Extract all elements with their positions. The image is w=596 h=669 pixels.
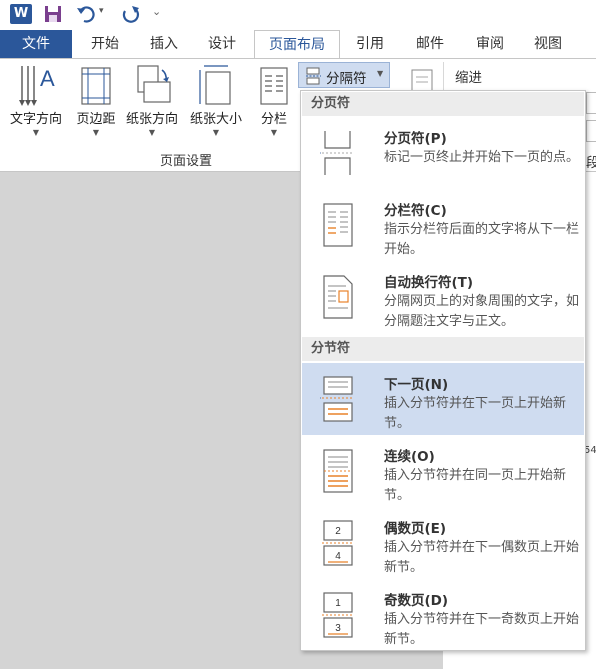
section-header-page-breaks: 分页符 [302,92,584,116]
menu-item-title: 奇数页(D) [384,593,449,609]
redo-icon[interactable] [120,4,142,24]
menu-item-title: 偶数页(E) [384,521,447,537]
menu-item-even-page[interactable]: 24 偶数页(E) 插入分节符并在下一偶数页上开始新节。 [302,507,584,579]
size-button[interactable]: 纸张大小 ▼ [184,62,248,142]
indent-left-spinner[interactable] [586,92,596,114]
quick-access-toolbar: W ▾ ⌄ [0,0,596,30]
line-numbers-icon [411,69,433,92]
tab-mailings[interactable]: 邮件 [402,30,458,58]
undo-icon[interactable] [76,4,98,24]
menu-item-column-break[interactable]: 分栏符(C) 指示分栏符后面的文字将从下一栏开始。 [302,189,584,261]
tab-file[interactable]: 文件 [0,30,72,58]
menu-item-description: 分隔网页上的对象周围的文字，如分隔题注文字与正文。 [384,294,580,329]
save-icon[interactable] [44,5,62,23]
svg-text:3: 3 [335,623,341,634]
menu-item-title: 分页符(P) [384,131,447,147]
menu-item-title: 分栏符(C) [384,203,447,219]
menu-item-continuous[interactable]: 连续(O) 插入分节符并在同一页上开始新节。 [302,435,584,507]
text-direction-button[interactable]: A 文字方向 ▼ [4,62,68,142]
breaks-button[interactable]: 分隔符 ▼ [298,62,390,88]
size-label: 纸张大小 [189,112,242,127]
customize-qat-icon[interactable]: ⌄ [152,5,161,18]
menu-item-title: 自动换行符(T) [384,275,474,291]
tab-home[interactable]: 开始 [76,30,134,58]
chevron-down-icon: ▼ [212,128,220,137]
menu-item-next-page[interactable]: 下一页(N) 插入分节符并在下一页上开始新节。 [302,363,584,435]
chevron-down-icon: ▼ [148,128,156,137]
orientation-button[interactable]: 纸张方向 ▼ [122,62,182,142]
menu-item-description: 插入分节符并在下一页上开始新节。 [384,396,567,431]
even-page-section-break-icon: 24 [322,520,354,566]
breaks-label: 分隔符 [326,71,367,87]
menu-item-title: 连续(O) [384,449,435,465]
text-direction-icon: A [19,66,55,106]
text-wrapping-break-icon [323,275,353,319]
continuous-section-break-icon [323,449,353,493]
menu-item-description: 指示分栏符后面的文字将从下一栏开始。 [384,222,580,257]
tab-references[interactable]: 引用 [342,30,398,58]
menu-item-page-break[interactable]: 分页符(P) 标记一页终止并开始下一页的点。 [302,117,584,189]
orientation-label: 纸张方向 [125,112,178,127]
columns-button[interactable]: 分栏 ▼ [254,62,294,142]
tab-view[interactable]: 视图 [520,30,576,58]
menu-item-description: 插入分节符并在同一页上开始新节。 [384,468,567,503]
page-break-icon [320,131,354,175]
columns-label: 分栏 [260,112,287,127]
word-logo-icon: W [10,4,32,24]
breaks-icon [306,67,321,85]
margins-label: 页边距 [76,112,116,127]
tab-page-layout[interactable]: 页面布局 [254,30,340,59]
indent-right-spinner[interactable] [586,120,596,142]
size-icon [199,65,231,105]
tab-design[interactable]: 设计 [194,30,250,58]
breaks-dropdown-menu: 分页符 分页符(P) 标记一页终止并开始下一页的点。 分栏符(C) 指示分栏符后… [300,90,586,651]
chevron-down-icon: ▼ [32,128,40,137]
svg-text:A: A [40,66,55,91]
orientation-icon [137,65,171,103]
chevron-down-icon: ▼ [270,128,278,137]
menu-item-title: 下一页(N) [384,377,449,393]
menu-item-text-wrapping-break[interactable]: 自动换行符(T) 分隔网页上的对象周围的文字，如分隔题注文字与正文。 [302,261,584,333]
svg-text:1: 1 [335,598,341,609]
svg-text:4: 4 [335,551,341,562]
odd-page-section-break-icon: 13 [322,592,354,638]
section-header-section-breaks: 分节符 [302,337,584,361]
tab-insert[interactable]: 插入 [136,30,192,58]
indent-label: 缩进 [455,70,482,86]
margins-icon [81,67,111,105]
menu-item-description: 插入分节符并在下一偶数页上开始新节。 [384,540,580,575]
menu-item-odd-page[interactable]: 13 奇数页(D) 插入分节符并在下一奇数页上开始新节。 [302,579,584,651]
undo-dropdown-icon[interactable]: ▾ [99,6,104,16]
text-direction-label: 文字方向 [9,112,62,127]
chevron-down-icon: ▼ [377,69,384,78]
column-break-icon [323,203,353,247]
menu-item-description: 插入分节符并在下一奇数页上开始新节。 [384,612,580,647]
margins-button[interactable]: 页边距 ▼ [70,62,122,142]
columns-icon [260,67,288,105]
svg-text:2: 2 [335,526,341,537]
chevron-down-icon: ▼ [92,128,100,137]
next-page-section-break-icon [320,376,354,422]
tab-review[interactable]: 审阅 [462,30,518,58]
paragraph-group-label-fragment: 段 [586,156,596,171]
menu-item-description: 标记一页终止并开始下一页的点。 [384,150,580,165]
